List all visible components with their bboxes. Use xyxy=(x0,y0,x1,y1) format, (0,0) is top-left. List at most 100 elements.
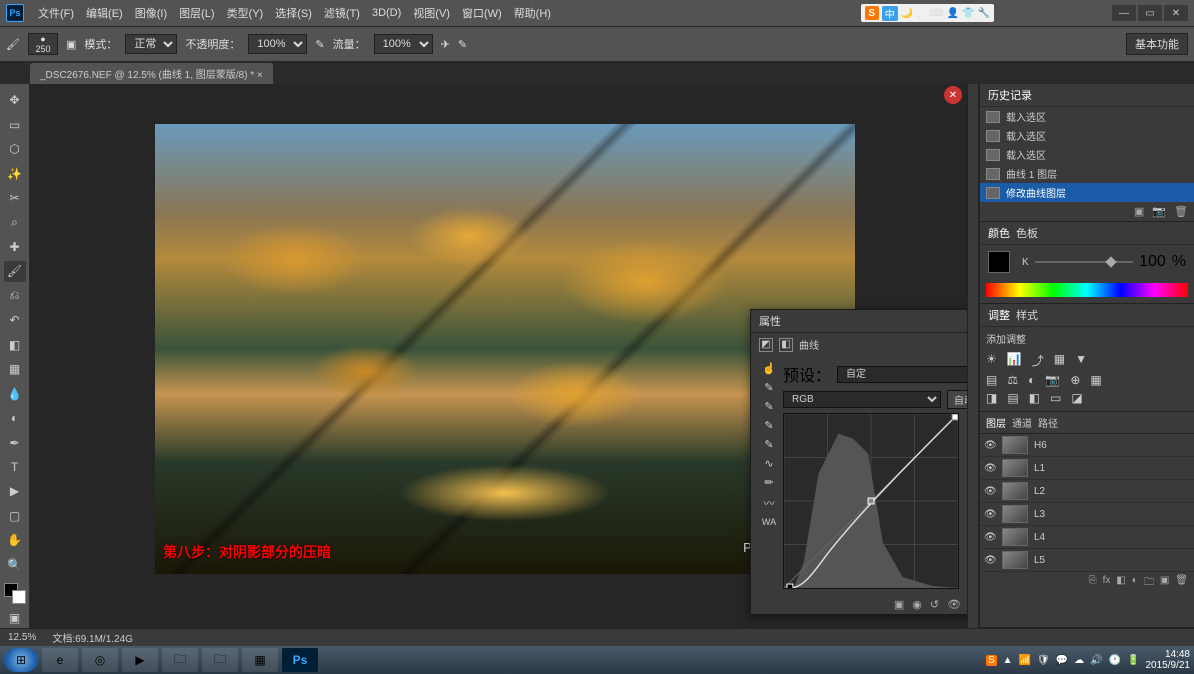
ime-user-icon[interactable]: 👤 xyxy=(947,8,959,19)
adjustments-tab[interactable]: 调整 xyxy=(988,307,1010,323)
brush-panel-icon[interactable]: ▣ xyxy=(66,38,76,51)
menu-view[interactable]: 视图(V) xyxy=(407,5,456,21)
curves-graph[interactable] xyxy=(783,413,959,589)
tray-cloud-icon[interactable]: ☁ xyxy=(1074,655,1084,666)
document-tab[interactable]: _DSC2676.NEF @ 12.5% (曲线 1, 图层蒙版/8) * × xyxy=(30,63,273,84)
tray-s-icon[interactable]: S xyxy=(986,655,997,666)
hand-tool[interactable]: ✋ xyxy=(4,530,26,550)
doc-size[interactable]: 文档:69.1M/1.24G xyxy=(52,630,133,645)
k-slider[interactable] xyxy=(1035,261,1133,263)
magic-wand-tool[interactable]: ✨ xyxy=(4,163,26,183)
taskbar-browser-icon[interactable]: ◎ xyxy=(82,648,118,672)
layer-row[interactable]: 👁H6 xyxy=(980,434,1194,457)
layer-row[interactable]: 👁L3 xyxy=(980,503,1194,526)
tablet-pressure-size-icon[interactable]: ✎ xyxy=(458,38,467,51)
levels-icon[interactable]: 📊 xyxy=(1007,352,1022,369)
layer-row[interactable]: 👁L1 xyxy=(980,457,1194,480)
hand-icon[interactable]: WA xyxy=(762,517,776,527)
tray-flag-icon[interactable]: ▲ xyxy=(1003,655,1013,666)
selective-color-icon[interactable]: ◪ xyxy=(1071,391,1082,405)
layer-mask-icon[interactable]: ◧ xyxy=(1116,575,1125,592)
flow-select[interactable]: 100% xyxy=(374,34,433,54)
bw-icon[interactable]: ◐ xyxy=(1028,373,1035,387)
close-tab-icon[interactable]: ✕ xyxy=(944,86,962,104)
visibility-icon[interactable]: 👁 xyxy=(984,555,996,566)
menu-select[interactable]: 选择(S) xyxy=(269,5,318,21)
brush-tool[interactable]: 🖌 xyxy=(4,261,26,281)
menu-filter[interactable]: 滤镜(T) xyxy=(318,5,366,21)
visibility-icon[interactable]: 👁 xyxy=(984,463,996,474)
tray-network-icon[interactable]: 📶 xyxy=(1019,655,1031,666)
brush-size-preview[interactable]: ● 250 xyxy=(28,33,58,55)
history-tab[interactable]: 历史记录 xyxy=(988,87,1032,103)
curve-point-icon[interactable]: ∿ xyxy=(764,457,773,470)
white-point-icon[interactable]: ✎ xyxy=(764,400,773,413)
new-group-icon[interactable]: 🗀 xyxy=(1144,575,1154,592)
lasso-tool[interactable]: ⬡ xyxy=(4,139,26,159)
history-snapshot-icon[interactable]: ▣ xyxy=(1134,205,1144,218)
history-delete-icon[interactable]: 🗑 xyxy=(1174,205,1188,218)
canvas-area[interactable]: ✕ 第八步：对阴影部分的压暗 POCO 摄影专题 http://photo.po… xyxy=(30,84,967,628)
threshold-icon[interactable]: ◧ xyxy=(1029,391,1040,405)
dodge-tool[interactable]: ◐ xyxy=(4,408,26,428)
brightness-icon[interactable]: ☀ xyxy=(986,352,997,369)
new-adjustment-icon[interactable]: ◐ xyxy=(1132,575,1138,592)
delete-layer-icon[interactable]: 🗑 xyxy=(1175,575,1188,592)
move-tool[interactable]: ✥ xyxy=(4,90,26,110)
menu-window[interactable]: 窗口(W) xyxy=(456,5,508,21)
brush-tool-icon[interactable]: 🖌 xyxy=(6,38,20,51)
menu-edit[interactable]: 编辑(E) xyxy=(80,5,129,21)
gradient-map-icon[interactable]: ▭ xyxy=(1050,391,1061,405)
styles-tab[interactable]: 样式 xyxy=(1016,307,1038,323)
ime-lang[interactable]: 中 xyxy=(882,6,898,21)
ime-shirt-icon[interactable]: 👕 xyxy=(962,8,974,19)
channel-select[interactable]: RGB xyxy=(783,391,941,408)
eyedropper-tool[interactable]: ⌕ xyxy=(4,212,26,232)
taskbar-photoshop-icon[interactable]: Ps xyxy=(282,648,318,672)
visibility-icon[interactable]: 👁 xyxy=(984,440,996,451)
taskbar-explorer-icon[interactable]: 🗀 xyxy=(162,648,198,672)
layer-row[interactable]: 👁L4 xyxy=(980,526,1194,549)
black-point-icon[interactable]: ✎ xyxy=(764,438,773,451)
path-select-tool[interactable]: ▶ xyxy=(4,481,26,501)
pencil-curve-icon[interactable]: ✏ xyxy=(764,476,773,489)
new-layer-icon[interactable]: ▣ xyxy=(1160,575,1169,592)
reset-icon[interactable]: ↺ xyxy=(930,598,939,611)
mask-icon[interactable]: ◧ xyxy=(779,338,793,352)
eraser-tool[interactable]: ◧ xyxy=(4,335,26,355)
channels-tab[interactable]: 通道 xyxy=(1012,415,1032,430)
toggle-visibility-icon[interactable]: 👁 xyxy=(947,598,961,611)
history-item[interactable]: 载入选区 xyxy=(980,145,1194,164)
taskbar-media-icon[interactable]: ▶ xyxy=(122,648,158,672)
exposure-icon[interactable]: ▦ xyxy=(1054,352,1065,369)
layers-tab[interactable]: 图层 xyxy=(986,415,1006,430)
history-item[interactable]: 载入选区 xyxy=(980,107,1194,126)
smooth-icon[interactable]: 〰 xyxy=(764,495,775,511)
link-layers-icon[interactable]: ⎘ xyxy=(1089,575,1097,592)
tray-clock-icon[interactable]: 🕐 xyxy=(1109,655,1121,666)
tray-battery-icon[interactable]: 🔋 xyxy=(1127,655,1139,666)
marquee-tool[interactable]: ▭ xyxy=(4,114,26,134)
color-balance-icon[interactable]: ⚖ xyxy=(1007,373,1018,387)
history-item[interactable]: 载入选区 xyxy=(980,126,1194,145)
ime-comma-icon[interactable]: ， xyxy=(916,6,926,21)
preset-select[interactable]: 自定 xyxy=(837,366,967,383)
view-previous-icon[interactable]: ◉ xyxy=(912,598,922,611)
clip-icon[interactable]: ▣ xyxy=(894,598,904,611)
paths-tab[interactable]: 路径 xyxy=(1038,415,1058,430)
workspace-select[interactable]: 基本功能 xyxy=(1126,33,1188,55)
airbrush-icon[interactable]: ✈ xyxy=(441,38,450,51)
blur-tool[interactable]: 💧 xyxy=(4,383,26,403)
layer-fx-icon[interactable]: fx xyxy=(1103,575,1111,592)
target-adjust-icon[interactable]: ☝ xyxy=(762,362,776,375)
opacity-select[interactable]: 100% xyxy=(248,34,307,54)
gradient-tool[interactable]: ▦ xyxy=(4,359,26,379)
channel-mixer-icon[interactable]: ⊕ xyxy=(1070,373,1080,387)
history-item[interactable]: 曲线 1 图层 xyxy=(980,164,1194,183)
menu-help[interactable]: 帮助(H) xyxy=(508,5,557,21)
color-swatches[interactable] xyxy=(4,583,26,603)
color-tab[interactable]: 颜色 xyxy=(988,225,1010,241)
panel-dock[interactable] xyxy=(967,84,979,628)
shape-tool[interactable]: ▢ xyxy=(4,506,26,526)
sample-icon[interactable]: ✎ xyxy=(764,381,773,394)
